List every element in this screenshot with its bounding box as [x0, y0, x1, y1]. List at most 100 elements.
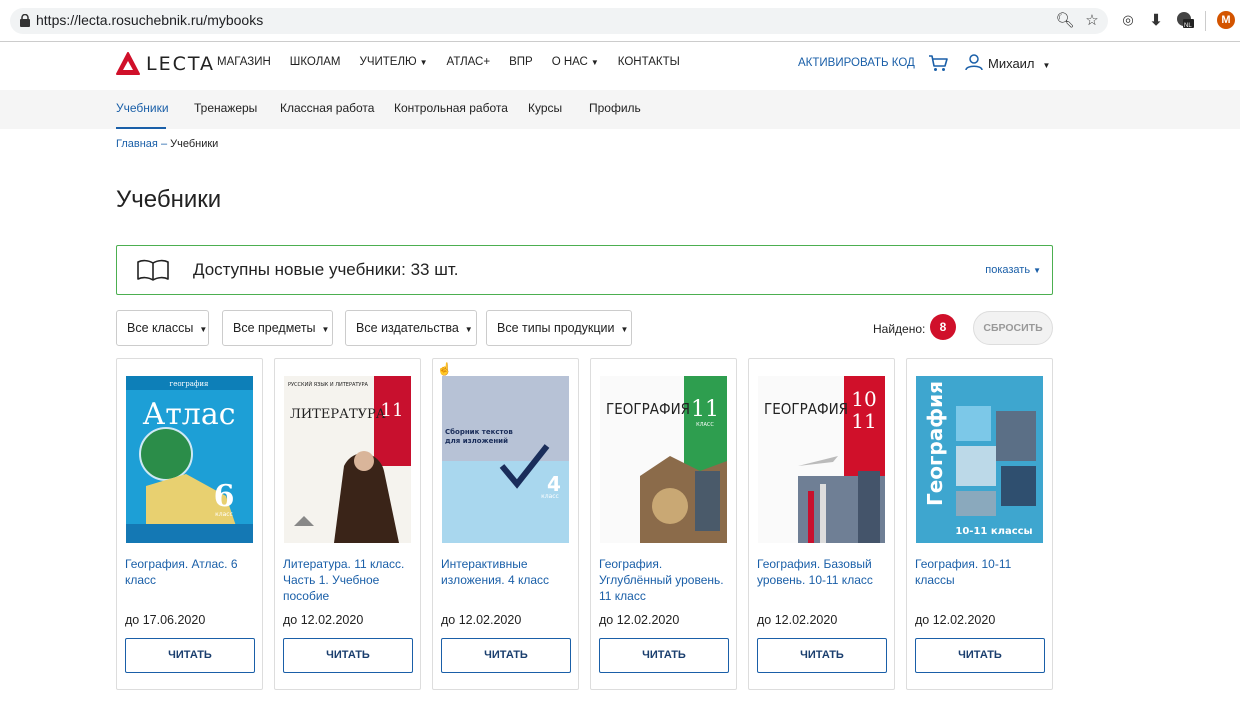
filter-grades[interactable]: Все классы ▼	[116, 310, 209, 346]
tab-courses[interactable]: Курсы	[528, 101, 562, 115]
book-expiry-date: до 12.02.2020	[283, 613, 364, 627]
book-cover[interactable]: Сборник текстов для изложений 4 класс	[442, 376, 569, 543]
book-expiry-date: до 12.02.2020	[915, 613, 996, 627]
download-icon[interactable]: ⬇	[1146, 10, 1166, 30]
browser-toolbar: https://lecta.rosuchebnik.ru/mybooks 🔍︎ …	[0, 0, 1240, 42]
svg-text:Сборник текстов: Сборник текстов	[445, 428, 513, 436]
tab-tests[interactable]: Контрольная работа	[394, 101, 508, 115]
nav-atlas[interactable]: АТЛАС+	[447, 56, 491, 68]
book-title[interactable]: Интерактивные изложения. 4 класс	[441, 556, 571, 588]
svg-text:11: 11	[691, 397, 719, 422]
reset-button[interactable]: СБРОСИТЬ	[973, 311, 1053, 345]
svg-text:КЛАСС: КЛАСС	[696, 422, 714, 428]
breadcrumb-separator: –	[160, 138, 168, 150]
read-button[interactable]: ЧИТАТЬ	[915, 638, 1045, 673]
nav-schools[interactable]: ШКОЛАМ	[290, 56, 341, 68]
book-card[interactable]: География 10-11 классы География. 10-11 …	[906, 358, 1053, 690]
svg-text:ГЕОГРАФИЯ: ГЕОГРАФИЯ	[606, 400, 690, 418]
site-header: LECTA МАГАЗИН ШКОЛАМ УЧИТЕЛЮ ▼ АТЛАС+ ВПР…	[0, 42, 1240, 90]
svg-text:РУССКИЙ ЯЗЫК И ЛИТЕРАТУРА: РУССКИЙ ЯЗЫК И ЛИТЕРАТУРА	[288, 381, 368, 388]
nav-shop[interactable]: МАГАЗИН	[217, 56, 271, 68]
read-button[interactable]: ЧИТАТЬ	[599, 638, 729, 673]
banner-text: Доступны новые учебники: 33 шт.	[193, 260, 459, 279]
nav-vpr[interactable]: ВПР	[509, 56, 533, 68]
logo-text: LECTA	[146, 53, 215, 75]
chevron-down-icon: ▼	[1042, 61, 1051, 70]
nav-contacts[interactable]: КОНТАКТЫ	[618, 56, 680, 68]
book-card[interactable]: география Атлас 6 класс География. Атлас…	[116, 358, 263, 690]
tab-classwork[interactable]: Классная работа	[280, 101, 374, 115]
tab-textbooks[interactable]: Учебники	[116, 101, 169, 115]
extension-nl-icon[interactable]: NL	[1175, 10, 1195, 30]
book-card[interactable]: ГЕОГРАФИЯ 10 11 География. Базовый урове…	[748, 358, 895, 690]
found-label: Найдено:	[873, 322, 926, 336]
filter-subjects[interactable]: Все предметы ▼	[222, 310, 333, 346]
chevron-down-icon: ▼	[419, 58, 428, 67]
breadcrumb: Главная – Учебники	[116, 138, 218, 150]
svg-text:NL: NL	[1184, 23, 1192, 29]
profile-avatar[interactable]: M	[1217, 11, 1235, 29]
book-title[interactable]: География. 10-11 классы	[915, 556, 1045, 588]
open-book-icon	[137, 259, 169, 281]
svg-text:класс: класс	[541, 493, 559, 500]
svg-text:класс: класс	[215, 511, 233, 518]
chevron-down-icon: ▼	[620, 325, 629, 334]
show-link[interactable]: показать ▼	[985, 264, 1041, 276]
svg-text:6: 6	[214, 479, 235, 514]
cart-icon[interactable]	[928, 54, 948, 72]
book-title[interactable]: География. Углублённый уровень. 11 класс	[599, 556, 729, 604]
book-cover[interactable]: География 10-11 классы	[916, 376, 1043, 543]
lecta-logo[interactable]: LECTA	[116, 52, 215, 76]
user-icon[interactable]	[965, 53, 983, 71]
svg-text:10-11 классы: 10-11 классы	[955, 526, 1032, 537]
svg-text:ЛИТЕРАТУРА: ЛИТЕРАТУРА	[290, 407, 386, 422]
chevron-down-icon: ▼	[1033, 266, 1041, 275]
book-card[interactable]: ☝ Сборник текстов для изложений 4 класс …	[432, 358, 579, 690]
chevron-down-icon: ▼	[590, 58, 599, 67]
filter-product-types[interactable]: Все типы продукции ▼	[486, 310, 632, 346]
book-expiry-date: до 12.02.2020	[441, 613, 522, 627]
svg-text:10: 10	[851, 387, 876, 411]
book-cover[interactable]: ГЕОГРАФИЯ 10 11	[758, 376, 885, 543]
read-button[interactable]: ЧИТАТЬ	[283, 638, 413, 673]
breadcrumb-home[interactable]: Главная	[116, 138, 158, 150]
book-title[interactable]: География. Базовый уровень. 10-11 класс	[757, 556, 887, 588]
book-title[interactable]: Литература. 11 класс. Часть 1. Учебное п…	[283, 556, 413, 604]
svg-text:11: 11	[381, 400, 404, 421]
book-expiry-date: до 12.02.2020	[599, 613, 680, 627]
filter-publishers[interactable]: Все издательства ▼	[345, 310, 477, 346]
url-text[interactable]: https://lecta.rosuchebnik.ru/mybooks	[36, 12, 263, 28]
new-books-banner: Доступны новые учебники: 33 шт. показать…	[116, 245, 1053, 295]
lock-icon	[20, 14, 30, 27]
book-expiry-date: до 12.02.2020	[757, 613, 838, 627]
nav-teachers[interactable]: УЧИТЕЛЮ ▼	[360, 56, 428, 68]
interactive-hand-icon: ☝	[437, 362, 452, 376]
svg-text:для изложений: для изложений	[445, 437, 508, 445]
main-nav: МАГАЗИН ШКОЛАМ УЧИТЕЛЮ ▼ АТЛАС+ ВПР О НАС…	[217, 56, 699, 68]
book-card[interactable]: ГЕОГРАФИЯ 11 КЛАСС География. Углублённы…	[590, 358, 737, 690]
book-title[interactable]: География. Атлас. 6 класс	[125, 556, 255, 588]
found-count-badge: 8	[930, 314, 956, 340]
book-cover[interactable]: РУССКИЙ ЯЗЫК И ЛИТЕРАТУРА ЛИТЕРАТУРА 11	[284, 376, 411, 543]
read-button[interactable]: ЧИТАТЬ	[125, 638, 255, 673]
book-expiry-date: до 17.06.2020	[125, 613, 206, 627]
star-icon[interactable]: ☆	[1082, 10, 1102, 30]
svg-text:Атлас: Атлас	[142, 397, 235, 432]
chevron-down-icon: ▼	[321, 325, 330, 334]
toolbar-separator	[1205, 11, 1206, 31]
read-button[interactable]: ЧИТАТЬ	[757, 638, 887, 673]
book-cover[interactable]: география Атлас 6 класс	[126, 376, 253, 543]
book-cover[interactable]: ГЕОГРАФИЯ 11 КЛАСС	[600, 376, 727, 543]
active-tab-indicator	[116, 127, 166, 129]
read-button[interactable]: ЧИТАТЬ	[441, 638, 571, 673]
zoom-icon[interactable]: 🔍︎	[1055, 10, 1075, 30]
lecta-logo-icon	[116, 52, 140, 75]
tab-profile[interactable]: Профиль	[589, 101, 641, 115]
user-menu[interactable]: Михаил ▼	[988, 56, 1050, 71]
nav-about[interactable]: О НАС ▼	[552, 56, 599, 68]
svg-text:ГЕОГРАФИЯ: ГЕОГРАФИЯ	[764, 400, 848, 418]
extension-icon[interactable]: ◎	[1118, 10, 1138, 30]
activate-code-link[interactable]: АКТИВИРОВАТЬ КОД	[798, 57, 915, 69]
tab-trainers[interactable]: Тренажеры	[194, 101, 257, 115]
book-card[interactable]: РУССКИЙ ЯЗЫК И ЛИТЕРАТУРА ЛИТЕРАТУРА 11 …	[274, 358, 421, 690]
